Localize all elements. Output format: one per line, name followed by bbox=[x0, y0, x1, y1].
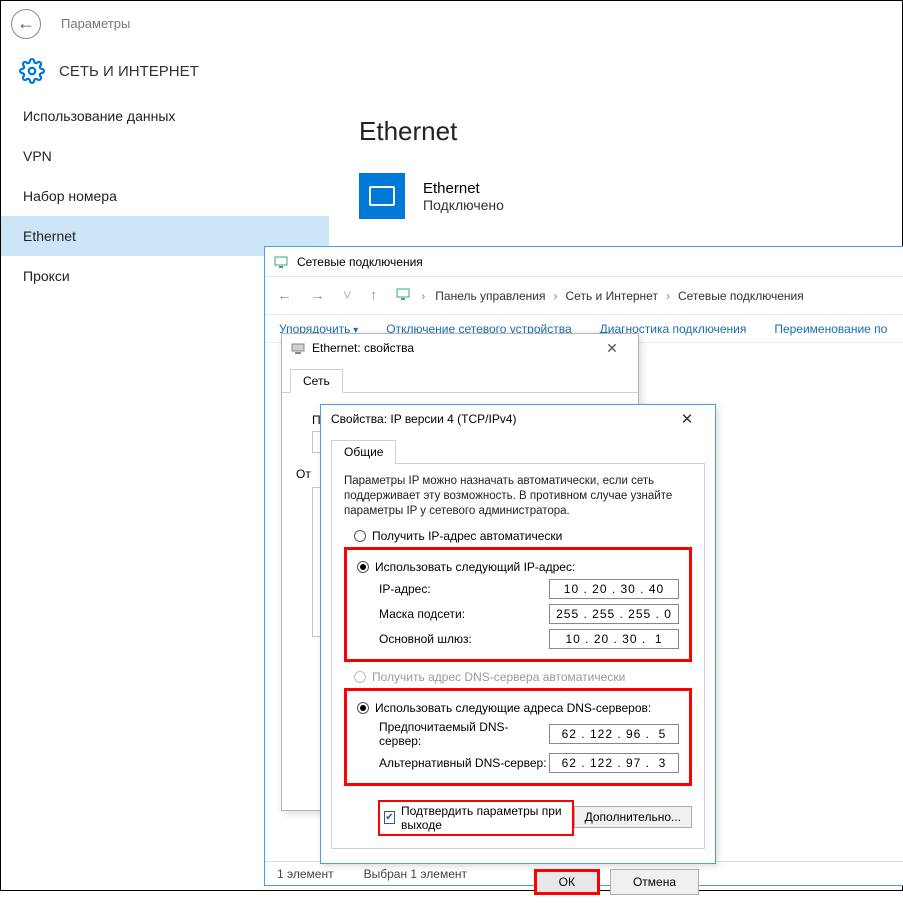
nav-forward-icon[interactable]: → bbox=[306, 287, 329, 304]
back-button[interactable]: ← bbox=[11, 9, 41, 39]
preferred-dns-input[interactable] bbox=[549, 724, 679, 744]
category-title: СЕТЬ И ИНТЕРНЕТ bbox=[59, 63, 199, 80]
radio-label: Получить адрес DNS-сервера автоматически bbox=[372, 670, 625, 684]
checkbox-icon: ✔ bbox=[384, 811, 395, 824]
radio-icon bbox=[354, 530, 366, 542]
toolbar-rename[interactable]: Переименование по bbox=[774, 322, 887, 336]
radio-icon bbox=[354, 671, 366, 683]
radio-label: Использовать следующие адреса DNS-сервер… bbox=[375, 701, 651, 715]
close-icon[interactable]: ✕ bbox=[594, 340, 630, 357]
alternate-dns-label: Альтернативный DNS-сервер: bbox=[379, 756, 547, 770]
sidebar-item-vpn[interactable]: VPN bbox=[1, 136, 329, 176]
radio-ip-manual[interactable]: Использовать следующий IP-адрес: bbox=[357, 560, 679, 574]
chevron-down-icon[interactable]: ˅ bbox=[339, 287, 356, 304]
ipv4-properties-dialog: Свойства: IP версии 4 (TCP/IPv4) ✕ Общие… bbox=[320, 404, 716, 864]
description-text: Параметры IP можно назначать автоматичес… bbox=[344, 474, 692, 519]
radio-dns-manual[interactable]: Использовать следующие адреса DNS-сервер… bbox=[357, 701, 679, 715]
gateway-label: Основной шлюз: bbox=[379, 632, 472, 646]
breadcrumb-item[interactable]: Панель управления bbox=[435, 289, 545, 303]
adapter-icon bbox=[290, 340, 306, 356]
radio-label: Получить IP-адрес автоматически bbox=[372, 529, 562, 543]
radio-icon bbox=[357, 561, 369, 573]
adapter-status: Подключено bbox=[423, 197, 504, 213]
sidebar-item-data-usage[interactable]: Использование данных bbox=[1, 96, 329, 136]
ip-label: IP-адрес: bbox=[379, 582, 431, 596]
radio-dns-auto: Получить адрес DNS-сервера автоматически bbox=[354, 670, 692, 684]
tab-general[interactable]: Общие bbox=[331, 440, 396, 464]
breadcrumb-item[interactable]: Сеть и Интернет bbox=[566, 289, 658, 303]
dialog-title: Свойства: IP версии 4 (TCP/IPv4) bbox=[331, 412, 517, 426]
sidebar-item-dialup[interactable]: Набор номера bbox=[1, 176, 329, 216]
dialog-title: Ethernet: свойства bbox=[312, 341, 414, 355]
adapter-item[interactable]: Ethernet Подключено bbox=[359, 173, 872, 219]
ip-address-input[interactable] bbox=[549, 579, 679, 599]
breadcrumb: Панель управления› Сеть и Интернет› Сете… bbox=[435, 289, 803, 303]
monitor-icon bbox=[359, 173, 405, 219]
nav-back-icon[interactable]: ← bbox=[273, 287, 296, 304]
app-title: Параметры bbox=[61, 16, 130, 31]
validate-checkbox[interactable]: ✔ Подтвердить параметры при выходе bbox=[378, 800, 574, 836]
radio-label: Использовать следующий IP-адрес: bbox=[375, 560, 575, 574]
network-icon bbox=[395, 286, 411, 305]
breadcrumb-item[interactable]: Сетевые подключения bbox=[678, 289, 804, 303]
page-heading: Ethernet bbox=[359, 116, 872, 147]
highlight-ip-section: Использовать следующий IP-адрес: IP-адре… bbox=[344, 547, 692, 662]
radio-ip-auto[interactable]: Получить IP-адрес автоматически bbox=[354, 529, 692, 543]
mask-label: Маска подсети: bbox=[379, 607, 465, 621]
nav-up-icon[interactable]: ↑ bbox=[366, 287, 382, 304]
advanced-button[interactable]: Дополнительно... bbox=[574, 806, 692, 828]
network-icon bbox=[273, 254, 289, 270]
preferred-dns-label: Предпочитаемый DNS-сервер: bbox=[379, 720, 549, 748]
validate-label: Подтвердить параметры при выходе bbox=[401, 804, 568, 832]
explorer-title: Сетевые подключения bbox=[297, 255, 423, 269]
subnet-mask-input[interactable] bbox=[549, 604, 679, 624]
close-icon[interactable]: ✕ bbox=[669, 410, 705, 428]
gateway-input[interactable] bbox=[549, 629, 679, 649]
alternate-dns-input[interactable] bbox=[549, 753, 679, 773]
gear-icon bbox=[19, 58, 45, 84]
radio-icon bbox=[357, 702, 369, 714]
tab-network[interactable]: Сеть bbox=[290, 369, 343, 393]
adapter-name: Ethernet bbox=[423, 180, 504, 197]
highlight-dns-section: Использовать следующие адреса DNS-сервер… bbox=[344, 688, 692, 786]
